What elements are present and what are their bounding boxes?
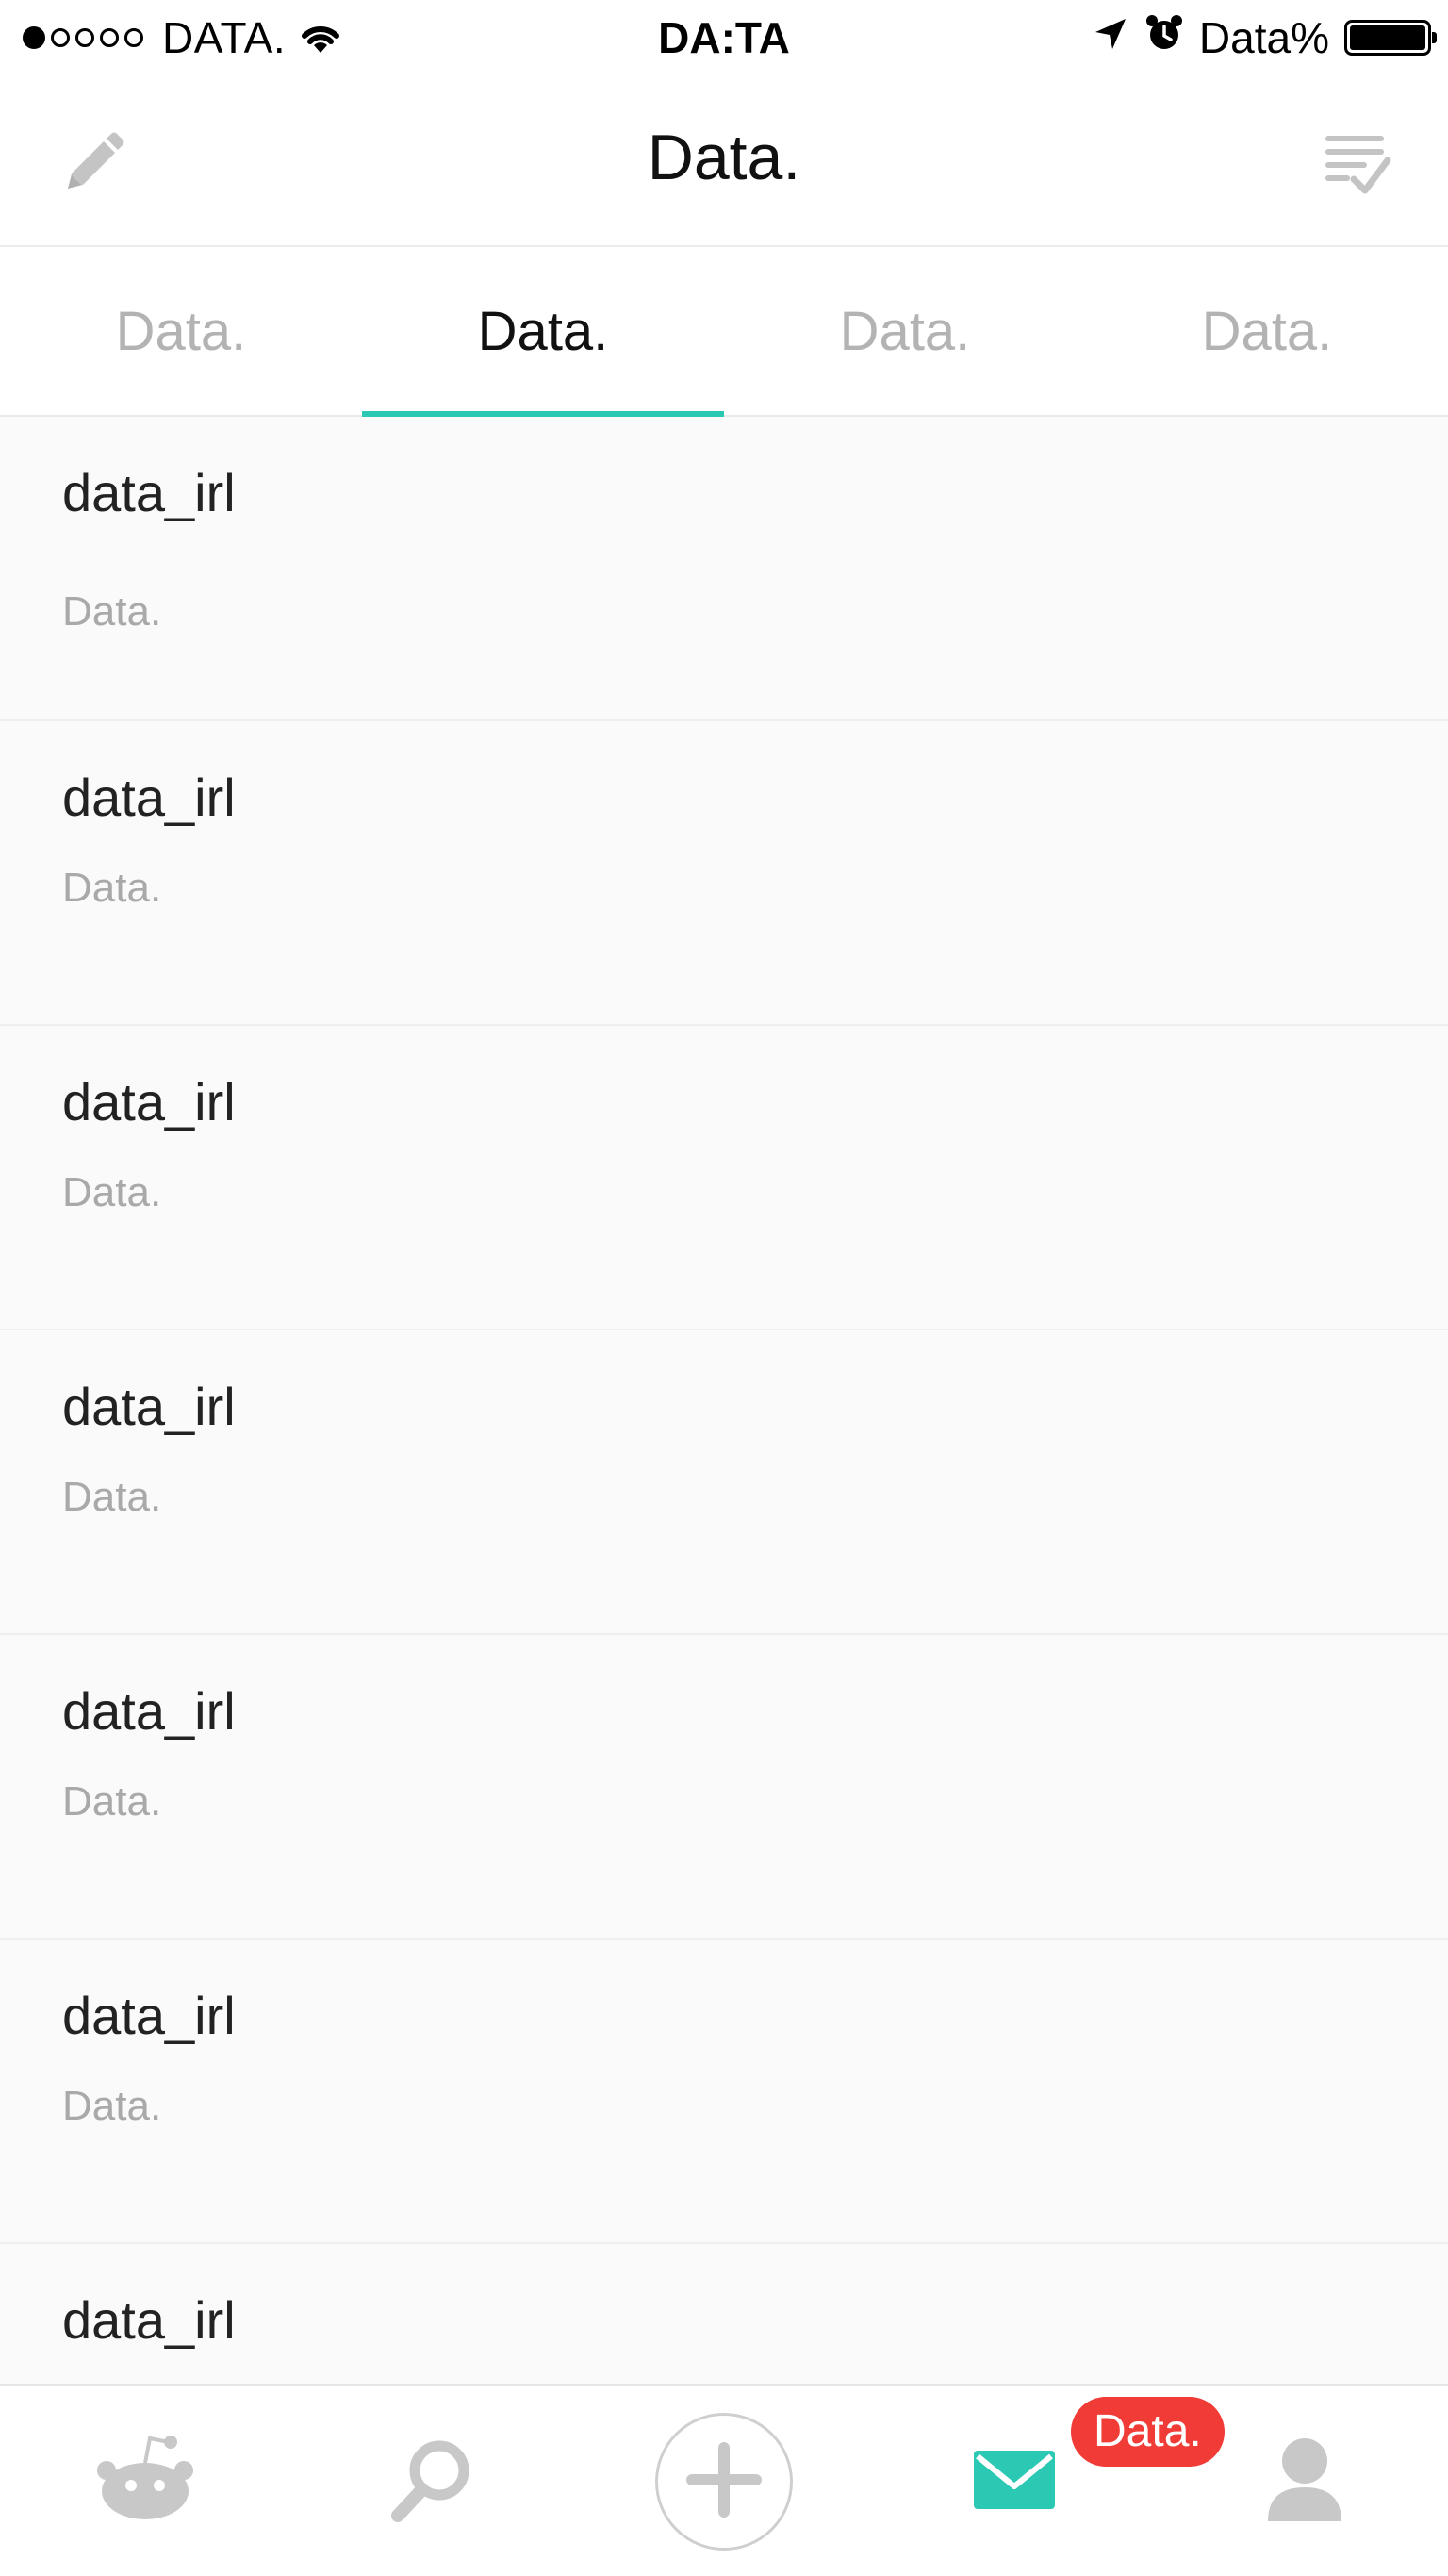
message-subtitle: Data. [62, 588, 162, 635]
status-bar: DATA. DA:TA Data% [0, 0, 1448, 75]
mark-read-icon [1318, 126, 1393, 206]
message-subtitle: Data. [62, 2083, 162, 2129]
home-tab[interactable] [70, 2386, 221, 2576]
message-list: data_irl Data. data_irl Data. data_irl D… [0, 417, 1448, 2384]
tab-1[interactable]: Data. [0, 247, 362, 415]
post-tab[interactable] [649, 2386, 799, 2576]
message-title: data_irl [62, 1377, 236, 1436]
mark-read-button[interactable] [1308, 119, 1403, 213]
profile-tab[interactable] [1229, 2386, 1380, 2576]
list-item[interactable]: data_irl Data. [0, 1026, 1448, 1330]
message-subtitle: Data. [62, 865, 162, 911]
message-subtitle: Data. [62, 1169, 162, 1215]
message-title: data_irl [62, 768, 236, 827]
wifi-icon [297, 19, 344, 57]
tab-3[interactable]: Data. [724, 247, 1086, 415]
location-arrow-icon [1092, 12, 1129, 63]
tab-4[interactable]: Data. [1086, 247, 1448, 415]
tab-bar: Data. Data. Data. Data. [0, 247, 1448, 417]
message-title: data_irl [62, 1681, 236, 1741]
page-title: Data. [647, 122, 801, 193]
carrier-name: DATA. [162, 13, 287, 62]
nav-bar: Data. [0, 75, 1448, 247]
message-title: data_irl [62, 1072, 236, 1131]
inbox-tab[interactable] [939, 2386, 1090, 2576]
screen: DATA. DA:TA Data% Data. Data. Data. Data… [0, 0, 1448, 2576]
profile-icon [1262, 2433, 1347, 2532]
list-item[interactable]: data_irl Data. [0, 1940, 1448, 2244]
battery-icon [1344, 20, 1437, 56]
list-item[interactable]: data_irl Data. [0, 1635, 1448, 1940]
search-icon [385, 2433, 479, 2532]
search-tab[interactable] [356, 2386, 507, 2576]
message-title: data_irl [62, 463, 236, 522]
signal-strength-icon [23, 26, 149, 49]
message-subtitle: Data. [62, 1778, 162, 1825]
inbox-badge: Data. [1071, 2397, 1225, 2467]
inbox-icon [972, 2447, 1057, 2518]
message-title: data_irl [62, 2290, 236, 2350]
post-button[interactable] [655, 2413, 793, 2551]
list-item[interactable]: data_irl Data. [0, 721, 1448, 1026]
tab-2[interactable]: Data. [362, 247, 724, 417]
plus-icon [684, 2440, 764, 2524]
home-icon [93, 2433, 197, 2532]
message-subtitle: Data. [62, 1474, 162, 1520]
message-title: data_irl [62, 1986, 236, 2045]
battery-percent: Data% [1198, 13, 1329, 62]
list-item[interactable]: data_irl [0, 2244, 1448, 2384]
alarm-icon [1144, 12, 1184, 63]
list-item[interactable]: data_irl Data. [0, 417, 1448, 721]
status-right: Data% [1077, 9, 1437, 66]
bottom-tab-bar [0, 2384, 1448, 2576]
list-item[interactable]: data_irl Data. [0, 1330, 1448, 1635]
status-left: DATA. [23, 9, 344, 66]
